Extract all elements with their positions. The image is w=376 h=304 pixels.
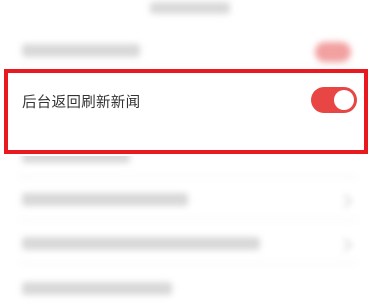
divider [18, 219, 358, 220]
page-title-blurred [150, 2, 230, 14]
divider [18, 263, 358, 264]
setting-row-blurred [22, 44, 140, 57]
divider [18, 66, 358, 67]
toggle-blurred [315, 42, 351, 62]
setting-row-blurred [22, 193, 188, 206]
divider [18, 176, 358, 177]
chevron-right-icon [337, 237, 353, 253]
chevron-right-icon [337, 193, 353, 209]
highlight-frame [4, 69, 368, 154]
setting-row-blurred [22, 237, 260, 250]
setting-row-blurred [22, 282, 172, 295]
